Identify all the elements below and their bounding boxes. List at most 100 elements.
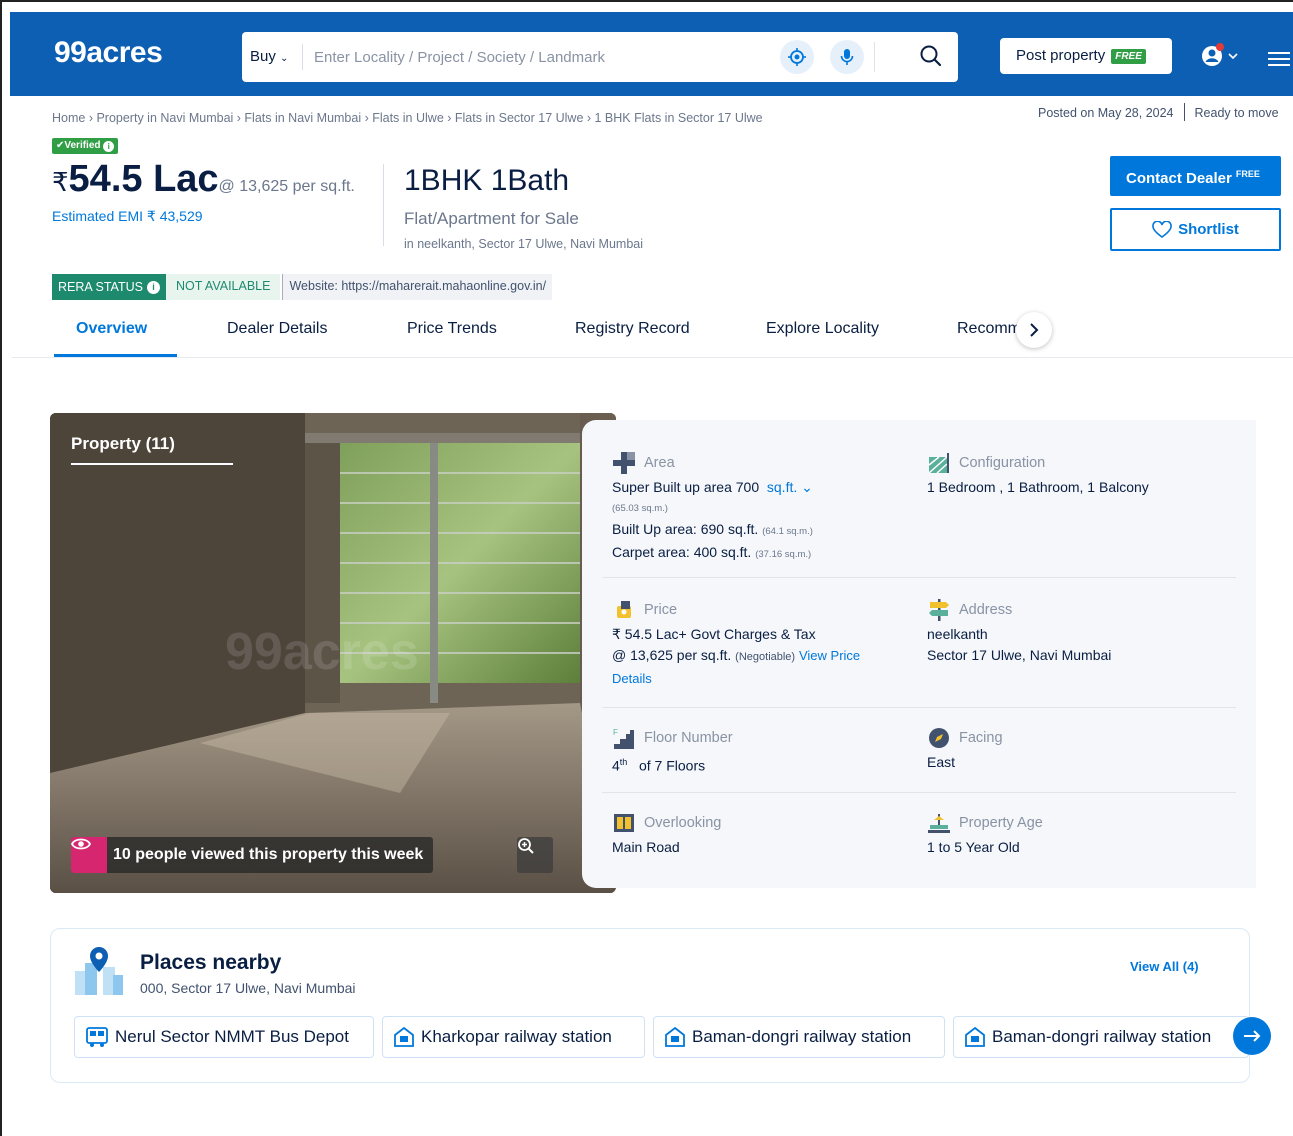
facing-section: Facing East [927,726,1247,773]
area-unit-dropdown[interactable]: sq.ft. ⌄ [767,479,813,495]
divider [383,164,384,246]
area-section: Area Super Built up area 700 sq.ft. ⌄ (6… [612,451,912,565]
tab-recommendations[interactable]: Recomm [957,320,1021,338]
buy-dropdown[interactable]: Buy ⌄ [250,48,288,65]
tab-dealer-details[interactable]: Dealer Details [227,320,327,338]
info-icon[interactable]: i [146,280,160,294]
address-title-text: Address [959,601,1013,618]
property-age-title-text: Property Age [959,814,1043,831]
place-name: Nerul Sector NMMT Bus Depot [115,1027,349,1046]
places-next-button[interactable] [1233,1017,1271,1055]
floor-number: 4 [612,757,620,774]
logo[interactable]: 99acres [54,36,163,70]
rera-label-text: RERA STATUS [58,280,143,294]
top-navbar: 99acres Buy ⌄ Post property FREE [10,12,1293,96]
property-photo[interactable]: 99acres Property (11) 10 people viewed t… [50,413,616,893]
tab-explore-locality[interactable]: Explore Locality [766,320,879,338]
floor-suffix: th [619,757,628,767]
carpet-area: Carpet area: 400 sq.ft. [612,544,752,560]
post-property-button[interactable]: Post property FREE [1000,38,1172,74]
view-price-link[interactable]: View Price [799,648,860,663]
price: ₹54.5 Lac@ 13,625 per sq.ft. [52,158,355,201]
total-floors: of 7 Floors [638,757,706,774]
search-button[interactable] [919,44,943,73]
facing-title: Facing [927,726,1247,750]
photo-count-title[interactable]: Property (11) [71,434,175,454]
contact-dealer-label: Contact Dealer [1126,170,1232,187]
divider [874,42,875,72]
active-tab-indicator [54,354,177,357]
area-unit-label: sq.ft. [766,479,798,495]
area-icon [613,452,635,474]
place-chip[interactable]: Kharkopar railway station [382,1016,645,1058]
address-line-1: neelkanth [927,626,988,642]
tabs-next-button[interactable] [1016,312,1052,348]
contact-dealer-button[interactable]: Contact Dealer FREE [1110,156,1281,196]
room-photo-image: 99acres [50,413,616,893]
verified-label: ✔Verified [56,140,101,151]
views-badge: 10 people viewed this property this week [71,837,434,873]
possession-status: Ready to move [1194,106,1279,120]
place-chip[interactable]: Baman-dongri railway station [653,1016,945,1058]
place-chip[interactable]: Nerul Sector NMMT Bus Depot [74,1016,374,1058]
search-bar: Buy ⌄ [242,32,958,82]
divider [602,707,1236,708]
price-line: ₹ 54.5 Lac+ Govt Charges & Tax [612,626,816,642]
price-details-link[interactable]: Details [612,668,912,689]
address-section: Address neelkanth Sector 17 Ulwe, Navi M… [927,598,1247,666]
location-button[interactable] [780,40,814,74]
station-icon [394,1026,414,1047]
tab-price-trends[interactable]: Price Trends [407,320,497,338]
tab-registry-record[interactable]: Registry Record [575,320,690,338]
voice-search-button[interactable] [830,40,864,74]
zoom-icon [518,838,534,854]
floor-title-text: Floor Number [644,729,733,746]
bhk-title: 1BHK 1Bath [404,164,570,197]
chevron-down-icon: ⌄ [280,53,289,64]
hamburger-menu-icon[interactable] [1268,52,1290,70]
price-title-text: Price [644,601,678,618]
configuration-value: 1 Bedroom , 1 Bathroom, 1 Balcony [927,479,1149,495]
rera-website[interactable]: Website: https://maharerait.mahaonline.g… [282,274,553,300]
window-icon [614,814,634,832]
svg-text:F: F [613,728,618,737]
address-title: Address [927,598,1247,622]
shortlist-button[interactable]: Shortlist [1110,208,1281,251]
price-per-sqft: @ 13,625 per sq.ft. [218,178,355,195]
divider [302,44,303,70]
negotiable-label: (Negotiable) [735,651,796,663]
built-up-sqm: (64.1 sq.m.) [762,526,813,537]
microphone-icon [840,49,854,65]
shortlist-label: Shortlist [1178,221,1239,238]
property-age-section: Property Age 1 to 5 Year Old [927,811,1247,858]
tab-overview[interactable]: Overview [76,320,147,338]
property-age-value: 1 to 5 Year Old [927,839,1020,855]
place-chip[interactable]: Baman-dongri railway station [953,1016,1249,1058]
place-name: Baman-dongri railway station [992,1027,1212,1046]
overlooking-section: Overlooking Main Road [612,811,912,858]
view-all-places-link[interactable]: View All (4) [1130,959,1199,974]
overlooking-title: Overlooking [612,811,912,835]
rera-status-value: NOT AVAILABLE [165,274,281,300]
configuration-title: Configuration [927,451,1247,475]
breadcrumb[interactable]: Home › Property in Navi Mumbai › Flats i… [52,111,763,125]
rera-label: RERA STATUS i [52,274,166,300]
zoom-button[interactable] [517,837,553,873]
floor-title: F Floor Number [612,726,912,750]
emi-link[interactable]: Estimated EMI ₹ 43,529 [52,208,203,225]
compass-icon [929,728,949,748]
photo-title-underline [71,463,233,465]
building-age-icon [928,814,950,833]
search-input[interactable] [314,42,764,72]
floor-stairs-icon: F [613,728,634,749]
places-nearby-title: Places nearby [140,951,282,974]
area-title-text: Area [644,454,675,471]
user-menu[interactable] [1200,42,1240,75]
built-up-area: Built Up area: 690 sq.ft. [612,521,759,537]
price-tag-icon [617,601,631,618]
chevron-down-icon: ⌄ [801,479,813,495]
views-text: 10 people viewed this property this week [113,846,424,863]
info-icon[interactable]: i [103,141,115,152]
user-icon [1202,43,1238,66]
price-per-sqft-detail: @ 13,625 per sq.ft. [612,647,732,663]
